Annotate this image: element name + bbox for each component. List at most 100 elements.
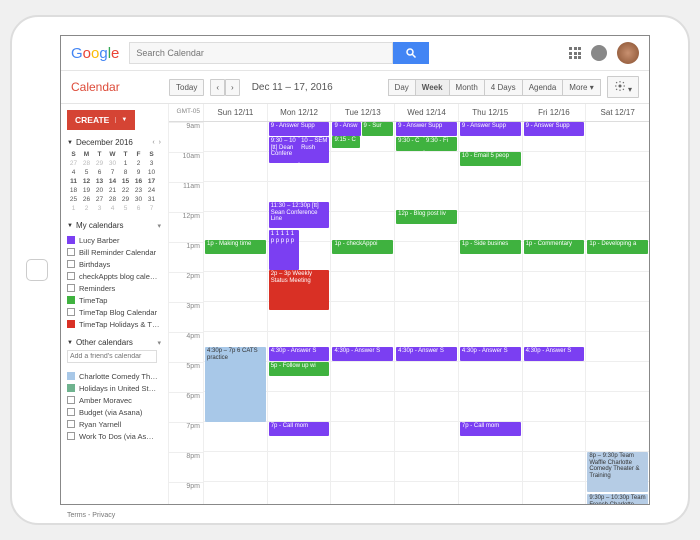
- hour-label: 5pm: [169, 362, 203, 392]
- day-header: Mon 12/12: [267, 104, 331, 121]
- timezone-label: GMT-05: [169, 104, 203, 121]
- hour-label: 9am: [169, 122, 203, 152]
- calendar-event[interactable]: 12p - Blog post liv: [396, 210, 457, 224]
- day-header: Tue 12/13: [330, 104, 394, 121]
- calendar-event[interactable]: 1p - Side busines: [460, 240, 521, 254]
- avatar[interactable]: [617, 42, 639, 64]
- create-button[interactable]: CREATE▼: [67, 110, 135, 130]
- search-input[interactable]: [129, 42, 393, 64]
- calendar-event[interactable]: 4:30p - Answer S: [396, 347, 457, 361]
- search-button[interactable]: [393, 42, 429, 64]
- calendar-event[interactable]: 1 1 1 1 1 p p p p p: [269, 230, 299, 270]
- calendar-item[interactable]: TimeTap Blog Calendar: [67, 306, 162, 318]
- calendar-event[interactable]: 8p – 9:30p Team Waffle Charlotte Comedy …: [587, 452, 648, 492]
- google-logo[interactable]: Google: [71, 45, 119, 62]
- calendar-event[interactable]: 9:30 - Fi: [424, 137, 457, 151]
- hour-label: 9pm: [169, 482, 203, 504]
- hour-label: 10am: [169, 152, 203, 182]
- view-week[interactable]: Week: [415, 79, 450, 96]
- app-title: Calendar: [71, 80, 163, 94]
- minical-nav[interactable]: ‹ ›: [152, 139, 162, 146]
- calendar-event[interactable]: 2p – 3p Weekly Status Meeting: [269, 270, 330, 310]
- calendar-event[interactable]: 4:30p – 7p 6 CATS practice: [205, 347, 266, 422]
- calendar-event[interactable]: 9:30p – 10:30p Team French Charlotte Com…: [587, 494, 648, 504]
- calendar-event[interactable]: 9 - Answ: [332, 122, 361, 136]
- minical-header[interactable]: ▼December 2016‹ ›: [67, 138, 162, 147]
- day-column[interactable]: 9 - Answer Supp9:30 - C9:30 - Fi 12p - Bl…: [394, 122, 458, 504]
- day-column[interactable]: 9 - Answer Supp9:30 – 10 [tt] Dean Confe…: [267, 122, 331, 504]
- hour-label: 12pm: [169, 212, 203, 242]
- calendar-event[interactable]: 1p - Commentary: [524, 240, 585, 254]
- tablet-home-button[interactable]: [26, 259, 48, 281]
- calendar-event[interactable]: 9 - Answer Supp: [524, 122, 585, 136]
- calendar-item[interactable]: Ryan Yarnell: [67, 418, 162, 430]
- day-column[interactable]: 1p - Developing a 8p – 9:30p Team Waffle …: [585, 122, 649, 504]
- calendar-event[interactable]: 10 – SEM Rush: [299, 137, 329, 163]
- calendar-event[interactable]: 9 - Answer Supp: [396, 122, 457, 136]
- day-header: Sat 12/17: [585, 104, 649, 121]
- day-column[interactable]: 9 - Answ9 - Sur9:15 - C 1p - checkAppoi 4:…: [330, 122, 394, 504]
- add-friend-calendar-input[interactable]: [67, 350, 157, 363]
- today-button[interactable]: Today: [169, 79, 204, 96]
- calendar-event[interactable]: 7p - Call mom: [460, 422, 521, 436]
- calendar-event[interactable]: 4:30p - Answer S: [524, 347, 585, 361]
- calendar-item[interactable]: Charlotte Comedy Th…: [67, 370, 162, 382]
- hour-label: 7pm: [169, 422, 203, 452]
- calendar-item[interactable]: Bill Reminder Calendar: [67, 246, 162, 258]
- day-column[interactable]: 9 - Answer Supp 10 - Email 5 peop 1p - Sid…: [458, 122, 522, 504]
- day-header: Sun 12/11: [203, 104, 267, 121]
- calendar-item[interactable]: Birthdays: [67, 258, 162, 270]
- day-header: Thu 12/15: [458, 104, 522, 121]
- calendar-item[interactable]: checkAppts blog cale…: [67, 270, 162, 282]
- view-4days[interactable]: 4 Days: [484, 79, 523, 96]
- calendar-event[interactable]: 9 - Answer Supp: [460, 122, 521, 136]
- calendar-event[interactable]: 9 - Sur: [362, 122, 394, 136]
- calendar-event[interactable]: 7p - Call mom: [269, 422, 330, 436]
- calendar-event[interactable]: 1p - checkAppoi: [332, 240, 393, 254]
- calendar-event[interactable]: 5p - Follow up wi: [269, 362, 330, 376]
- settings-button[interactable]: ▾: [607, 76, 639, 98]
- calendar-event[interactable]: 9:30 – 10 [tt] Dean Confere: [269, 137, 299, 163]
- calendar-event[interactable]: 4:30p - Answer S: [332, 347, 393, 361]
- day-header: Wed 12/14: [394, 104, 458, 121]
- hour-label: 11am: [169, 182, 203, 212]
- other-calendars-header[interactable]: ▼Other calendars▾: [67, 338, 162, 347]
- notifications-icon[interactable]: [591, 45, 607, 61]
- apps-icon[interactable]: [569, 47, 581, 59]
- day-column[interactable]: 1p - Making time 4:30p – 7p 6 CATS practi…: [203, 122, 267, 504]
- calendar-item[interactable]: Work To Dos (via As…: [67, 430, 162, 442]
- calendar-event[interactable]: 4:30p - Answer S: [269, 347, 330, 361]
- view-agenda[interactable]: Agenda: [522, 79, 564, 96]
- calendar-event[interactable]: 1p - Developing a: [587, 240, 648, 254]
- date-range: Dec 11 – 17, 2016: [252, 82, 333, 93]
- hour-label: 2pm: [169, 272, 203, 302]
- calendar-event[interactable]: 4:30p - Answer S: [460, 347, 521, 361]
- hour-label: 6pm: [169, 392, 203, 422]
- day-column[interactable]: 9 - Answer Supp 1p - Commentary 4:30p - An…: [522, 122, 586, 504]
- calendar-item[interactable]: Amber Moravec: [67, 394, 162, 406]
- my-calendars-header[interactable]: ▼My calendars▾: [67, 221, 162, 230]
- calendar-event[interactable]: 9:30 - C: [396, 137, 424, 151]
- calendar-item[interactable]: Reminders: [67, 282, 162, 294]
- hour-label: 4pm: [169, 332, 203, 362]
- view-more[interactable]: More ▾: [562, 79, 600, 96]
- hour-label: 3pm: [169, 302, 203, 332]
- calendar-item[interactable]: TimeTap Holidays & T…: [67, 318, 162, 330]
- calendar-item[interactable]: TimeTap: [67, 294, 162, 306]
- mini-calendar[interactable]: SMTWTFS272829301234567891011121314151617…: [67, 150, 158, 213]
- hour-label: 8pm: [169, 452, 203, 482]
- calendar-event[interactable]: 11:30 – 12:30p [tt] Sean Conference Line: [269, 202, 330, 228]
- view-month[interactable]: Month: [449, 79, 485, 96]
- view-day[interactable]: Day: [388, 79, 416, 96]
- day-header: Fri 12/16: [522, 104, 586, 121]
- calendar-event[interactable]: 1p - Making time: [205, 240, 266, 254]
- next-button[interactable]: ›: [225, 79, 240, 96]
- calendar-item[interactable]: Holidays in United St…: [67, 382, 162, 394]
- calendar-item[interactable]: Lucy Barber: [67, 234, 162, 246]
- prev-button[interactable]: ‹: [210, 79, 225, 96]
- calendar-event[interactable]: 10 - Email 5 peop: [460, 152, 521, 166]
- hour-label: 1pm: [169, 242, 203, 272]
- calendar-item[interactable]: Budget (via Asana): [67, 406, 162, 418]
- calendar-event[interactable]: 9 - Answer Supp: [269, 122, 330, 136]
- calendar-event[interactable]: 9:15 - C: [332, 136, 360, 148]
